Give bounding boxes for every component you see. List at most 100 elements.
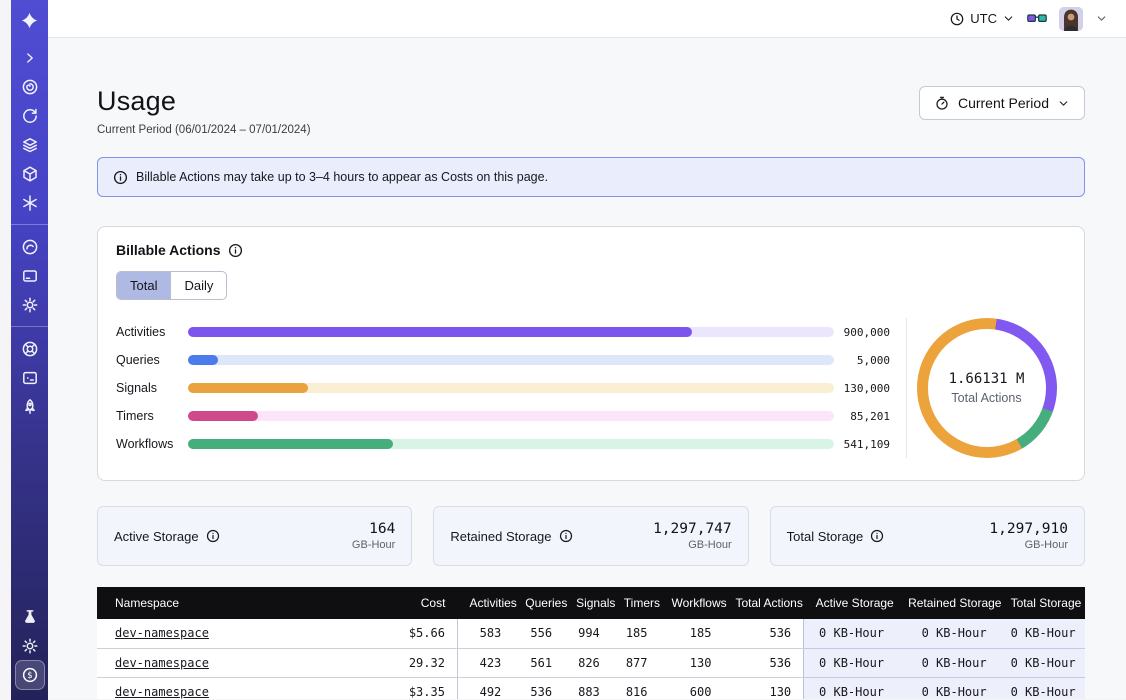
billing-card-icon[interactable]	[15, 261, 44, 290]
info-icon[interactable]	[206, 529, 220, 543]
billable-actions-title: Billable Actions	[116, 242, 221, 258]
sidebar: $	[11, 0, 48, 700]
cell-queries: 556	[513, 619, 564, 648]
rocket-icon[interactable]	[15, 392, 44, 421]
sidebar-divider	[11, 326, 48, 327]
cell-workflows: 185	[660, 619, 724, 648]
cell-workflows: 130	[660, 648, 724, 677]
chevron-down-icon	[1057, 97, 1070, 110]
support-lifebuoy-icon[interactable]	[15, 334, 44, 363]
stopwatch-icon	[934, 95, 950, 111]
stat-unit: GB-Hour	[352, 539, 395, 551]
cell-queries: 561	[513, 648, 564, 677]
cell-total-storage: 0 KB-Hour	[999, 619, 1085, 648]
layers-icon[interactable]	[15, 130, 44, 159]
donut-ring: 1.66131 M Total Actions	[917, 318, 1057, 458]
bar-track	[188, 439, 834, 449]
cell-signals: 883	[564, 677, 612, 699]
cell-cost: 29.32	[351, 648, 458, 677]
info-banner: Billable Actions may take up to 3–4 hour…	[97, 157, 1085, 197]
tab-total[interactable]: Total	[117, 272, 170, 299]
svg-text:$: $	[27, 671, 32, 681]
cell-total-actions: 536	[723, 619, 803, 648]
namespace-link[interactable]: dev-namespace	[115, 656, 209, 670]
nexus-asterisk-icon[interactable]	[15, 188, 44, 217]
col-retained-storage: Retained Storage	[896, 587, 999, 619]
labs-flask-icon[interactable]	[15, 602, 44, 631]
cell-active-storage: 0 KB-Hour	[804, 648, 896, 677]
namespace-link[interactable]: dev-namespace	[115, 626, 209, 640]
active-storage-card: Active Storage 164 GB-Hour	[97, 506, 412, 566]
bar-track	[188, 355, 834, 365]
stat-value: 1,297,747	[653, 521, 732, 537]
cell-retained-storage: 0 KB-Hour	[896, 619, 999, 648]
cell-timers: 877	[612, 648, 660, 677]
3d-glasses-button[interactable]	[1027, 12, 1047, 26]
namespaces-icon[interactable]	[15, 72, 44, 101]
bar-label: Queries	[116, 353, 180, 367]
stat-value: 164	[352, 521, 395, 537]
settings-gear-icon[interactable]	[15, 290, 44, 319]
bar-track	[188, 411, 834, 421]
cell-activities: 423	[457, 648, 513, 677]
info-icon[interactable]	[228, 243, 243, 258]
bar-fill	[188, 355, 218, 365]
stat-label: Retained Storage	[450, 529, 551, 544]
col-active-storage: Active Storage	[804, 587, 896, 619]
cell-signals: 826	[564, 648, 612, 677]
billable-actions-card: Billable Actions Total Daily Activities …	[97, 226, 1085, 481]
usage-dollar-icon[interactable]: $	[15, 660, 45, 690]
bar-value: 900,000	[842, 326, 890, 339]
temporal-logo[interactable]	[15, 6, 44, 35]
total-daily-toggle: Total Daily	[116, 271, 227, 300]
col-activities: Activities	[457, 587, 513, 619]
page-subtitle: Current Period (06/01/2024 – 07/01/2024)	[97, 124, 311, 136]
cell-signals: 994	[564, 619, 612, 648]
terminal-icon[interactable]	[15, 363, 44, 392]
table-row: dev-namespace $5.66 583 556 994 185 185 …	[97, 619, 1085, 648]
namespace-link[interactable]: dev-namespace	[115, 685, 209, 699]
stat-value: 1,297,910	[989, 521, 1068, 537]
info-icon	[113, 170, 128, 185]
total-actions-donut-area: 1.66131 M Total Actions	[906, 318, 1066, 458]
account-menu-chevron-icon[interactable]	[1095, 12, 1108, 25]
bar-label: Workflows	[116, 437, 180, 451]
info-icon[interactable]	[870, 529, 884, 543]
timezone-label: UTC	[970, 11, 997, 26]
clock-icon	[949, 11, 965, 27]
tab-daily[interactable]: Daily	[170, 272, 226, 299]
sidebar-divider	[11, 224, 48, 225]
bar-row-queries: Queries 5,000	[116, 354, 890, 367]
bar-label: Activities	[116, 325, 180, 339]
bar-value: 85,201	[842, 410, 890, 423]
page-content: Usage Current Period (06/01/2024 – 07/01…	[48, 38, 1126, 699]
cube-icon[interactable]	[15, 159, 44, 188]
banner-text: Billable Actions may take up to 3–4 hour…	[136, 170, 548, 184]
stat-unit: GB-Hour	[989, 539, 1068, 551]
cell-retained-storage: 0 KB-Hour	[896, 677, 999, 699]
cell-active-storage: 0 KB-Hour	[804, 619, 896, 648]
retained-storage-card: Retained Storage 1,297,747 GB-Hour	[433, 506, 748, 566]
history-icon[interactable]	[15, 101, 44, 130]
col-namespace: Namespace	[97, 587, 351, 619]
chevron-right-icon[interactable]	[15, 43, 44, 72]
timezone-selector[interactable]: UTC	[949, 11, 1015, 27]
theme-sun-icon[interactable]	[15, 631, 44, 660]
cell-total-actions: 536	[723, 648, 803, 677]
user-avatar[interactable]	[1059, 7, 1083, 31]
usage-gauge-icon[interactable]	[15, 232, 44, 261]
col-queries: Queries	[513, 587, 564, 619]
col-signals: Signals	[564, 587, 612, 619]
current-period-dropdown[interactable]: Current Period	[919, 86, 1085, 120]
bar-value: 541,109	[842, 438, 890, 451]
stat-unit: GB-Hour	[653, 539, 732, 551]
bar-fill	[188, 411, 258, 421]
bar-value: 5,000	[842, 354, 890, 367]
bar-label: Timers	[116, 409, 180, 423]
info-icon[interactable]	[559, 529, 573, 543]
cell-active-storage: 0 KB-Hour	[804, 677, 896, 699]
cell-activities: 583	[457, 619, 513, 648]
cell-total-storage: 0 KB-Hour	[999, 677, 1085, 699]
cell-timers: 816	[612, 677, 660, 699]
cell-timers: 185	[612, 619, 660, 648]
